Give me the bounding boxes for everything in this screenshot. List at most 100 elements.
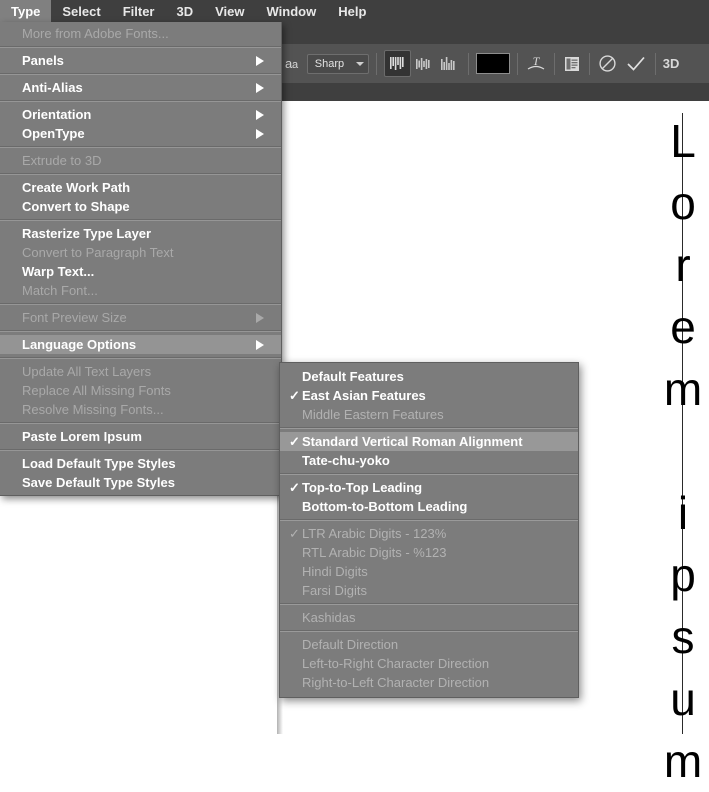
vertical-text-char: s [671,611,695,663]
menubar-item-filter[interactable]: Filter [112,0,166,22]
menu-item-anti-alias[interactable]: Anti-Alias [0,78,281,97]
anti-alias-select[interactable]: Sharp [306,53,369,74]
submenu-separator [280,630,578,632]
submenu-item-east-asian-features[interactable]: ✓ East Asian Features [280,386,578,405]
submenu-item-label: Standard Vertical Roman Alignment [302,434,523,449]
chevron-down-icon [355,61,364,66]
menu-item-label: Replace All Missing Fonts [22,383,171,398]
submenu-item-rtl-arabic-digits-123: RTL Arabic Digits - %123 [280,543,578,562]
checkmark-icon: ✓ [289,480,300,495]
toolbar-divider [553,52,555,75]
svg-text:T: T [532,54,540,68]
menu-item-create-work-path[interactable]: Create Work Path [0,178,281,197]
menubar-item-select[interactable]: Select [51,0,111,22]
vertical-text-char [660,420,706,482]
menu-item-save-default-type-styles[interactable]: Save Default Type Styles [0,473,281,492]
text-color-swatch[interactable] [475,53,510,74]
submenu-item-default-features[interactable]: Default Features [280,367,578,386]
menu-item-opentype[interactable]: OpenType [0,124,281,143]
anti-alias-icon: aa [285,56,298,71]
menu-item-convert-to-shape[interactable]: Convert to Shape [0,197,281,216]
cancel-edits-icon[interactable] [597,53,618,74]
vertical-text-char: m [663,735,703,787]
align-center-vertical-icon [415,57,430,70]
submenu-separator [280,603,578,605]
align-top-vertical-button[interactable] [383,50,411,77]
vertical-text-char: e [670,301,696,353]
character-paragraph-panels-icon[interactable] [562,54,582,74]
menu-item-label: Convert to Paragraph Text [22,245,174,260]
submenu-arrow-icon [256,82,264,93]
menu-item-extrude-to-3d: Extrude to 3D [0,151,281,170]
warp-text-icon[interactable]: T [525,53,547,75]
language-options-submenu[interactable]: Default Features ✓ East Asian Features Midd… [279,362,579,698]
submenu-item-label: Right-to-Left Character Direction [302,675,490,690]
menubar-item-help[interactable]: Help [327,0,377,22]
type-tool-options-bar[interactable]: aa Sharp T 3D [277,44,709,83]
submenu-item-tate-chu-yoko[interactable]: Tate-chu-yoko [280,451,578,470]
menu-item-label: Resolve Missing Fonts... [22,402,164,417]
three-d-button[interactable]: 3D [663,57,680,70]
commit-edits-icon[interactable] [624,53,648,74]
vertical-text-char: u [670,673,696,725]
menubar-item-view[interactable]: View [204,0,255,22]
submenu-item-standard-vertical-roman-alignment[interactable]: ✓ Standard Vertical Roman Alignment [280,432,578,451]
submenu-item-label: Left-to-Right Character Direction [302,656,490,671]
options-bar-top-strip [277,22,709,44]
menu-separator [0,449,281,451]
application-menu-bar[interactable]: Type Select Filter 3D View Window Help [0,0,709,22]
menu-item-label: Anti-Alias [22,80,83,95]
submenu-item-label: Hindi Digits [302,564,368,579]
menu-separator [0,146,281,148]
vertical-text-char: L [670,115,696,167]
menubar-item-window[interactable]: Window [256,0,328,22]
checkmark-icon: ✓ [289,526,300,541]
submenu-arrow-icon [256,55,264,66]
checkmark-icon: ✓ [289,388,300,403]
vertical-type-layer[interactable]: Lorem ipsum [660,110,706,787]
menu-item-label: Load Default Type Styles [22,456,176,471]
vertical-text-char: i [677,487,689,539]
menu-separator [0,46,281,48]
menu-item-convert-to-paragraph-text: Convert to Paragraph Text [0,243,281,262]
toolbar-divider [654,52,656,75]
checkmark-icon: ✓ [289,434,300,449]
menu-separator [0,330,281,332]
menu-item-rasterize-type-layer[interactable]: Rasterize Type Layer [0,224,281,243]
menu-item-label: Update All Text Layers [22,364,152,379]
submenu-item-middle-eastern-features: Middle Eastern Features [280,405,578,424]
submenu-separator [280,473,578,475]
menubar-item-3d[interactable]: 3D [166,0,205,22]
submenu-separator [280,427,578,429]
menu-item-label: Font Preview Size [22,310,127,325]
menu-item-warp-text[interactable]: Warp Text... [0,262,281,281]
submenu-item-bottom-to-bottom-leading[interactable]: Bottom-to-Bottom Leading [280,497,578,516]
type-dropdown-menu[interactable]: More from Adobe Fonts... Panels Anti-Alias… [0,22,282,496]
menubar-item-type[interactable]: Type [0,0,52,22]
vertical-text-char: m [663,363,703,415]
menu-item-match-font: Match Font... [0,281,281,300]
align-center-vertical-button[interactable] [411,51,436,76]
menu-item-load-default-type-styles[interactable]: Load Default Type Styles [0,454,281,473]
menu-separator [0,422,281,424]
vertical-text-content: Lorem ipsum [660,110,706,792]
menu-item-language-options[interactable]: Language Options [0,335,281,354]
menu-item-replace-all-missing-fonts: Replace All Missing Fonts [0,381,281,400]
menu-item-panels[interactable]: Panels [0,51,281,70]
menu-item-label: Create Work Path [22,180,131,195]
menu-item-orientation[interactable]: Orientation [0,105,281,124]
menu-item-label: More from Adobe Fonts... [22,26,169,41]
menu-item-resolve-missing-fonts: Resolve Missing Fonts... [0,400,281,419]
align-bottom-vertical-button[interactable] [436,51,461,76]
menu-item-paste-lorem-ipsum[interactable]: Paste Lorem Ipsum [0,427,281,446]
submenu-arrow-icon [256,109,264,120]
submenu-item-label: Middle Eastern Features [302,407,444,422]
menu-item-label: Language Options [22,337,137,352]
submenu-arrow-icon [256,312,264,323]
submenu-item-ltr-arabic-digits-123: ✓ LTR Arabic Digits - 123% [280,524,578,543]
menu-item-label: Paste Lorem Ipsum [22,429,142,444]
submenu-item-top-to-top-leading[interactable]: ✓ Top-to-Top Leading [280,478,578,497]
menu-item-label: Match Font... [22,283,98,298]
toolbar-divider [375,52,377,75]
menu-item-font-preview-size: Font Preview Size [0,308,281,327]
